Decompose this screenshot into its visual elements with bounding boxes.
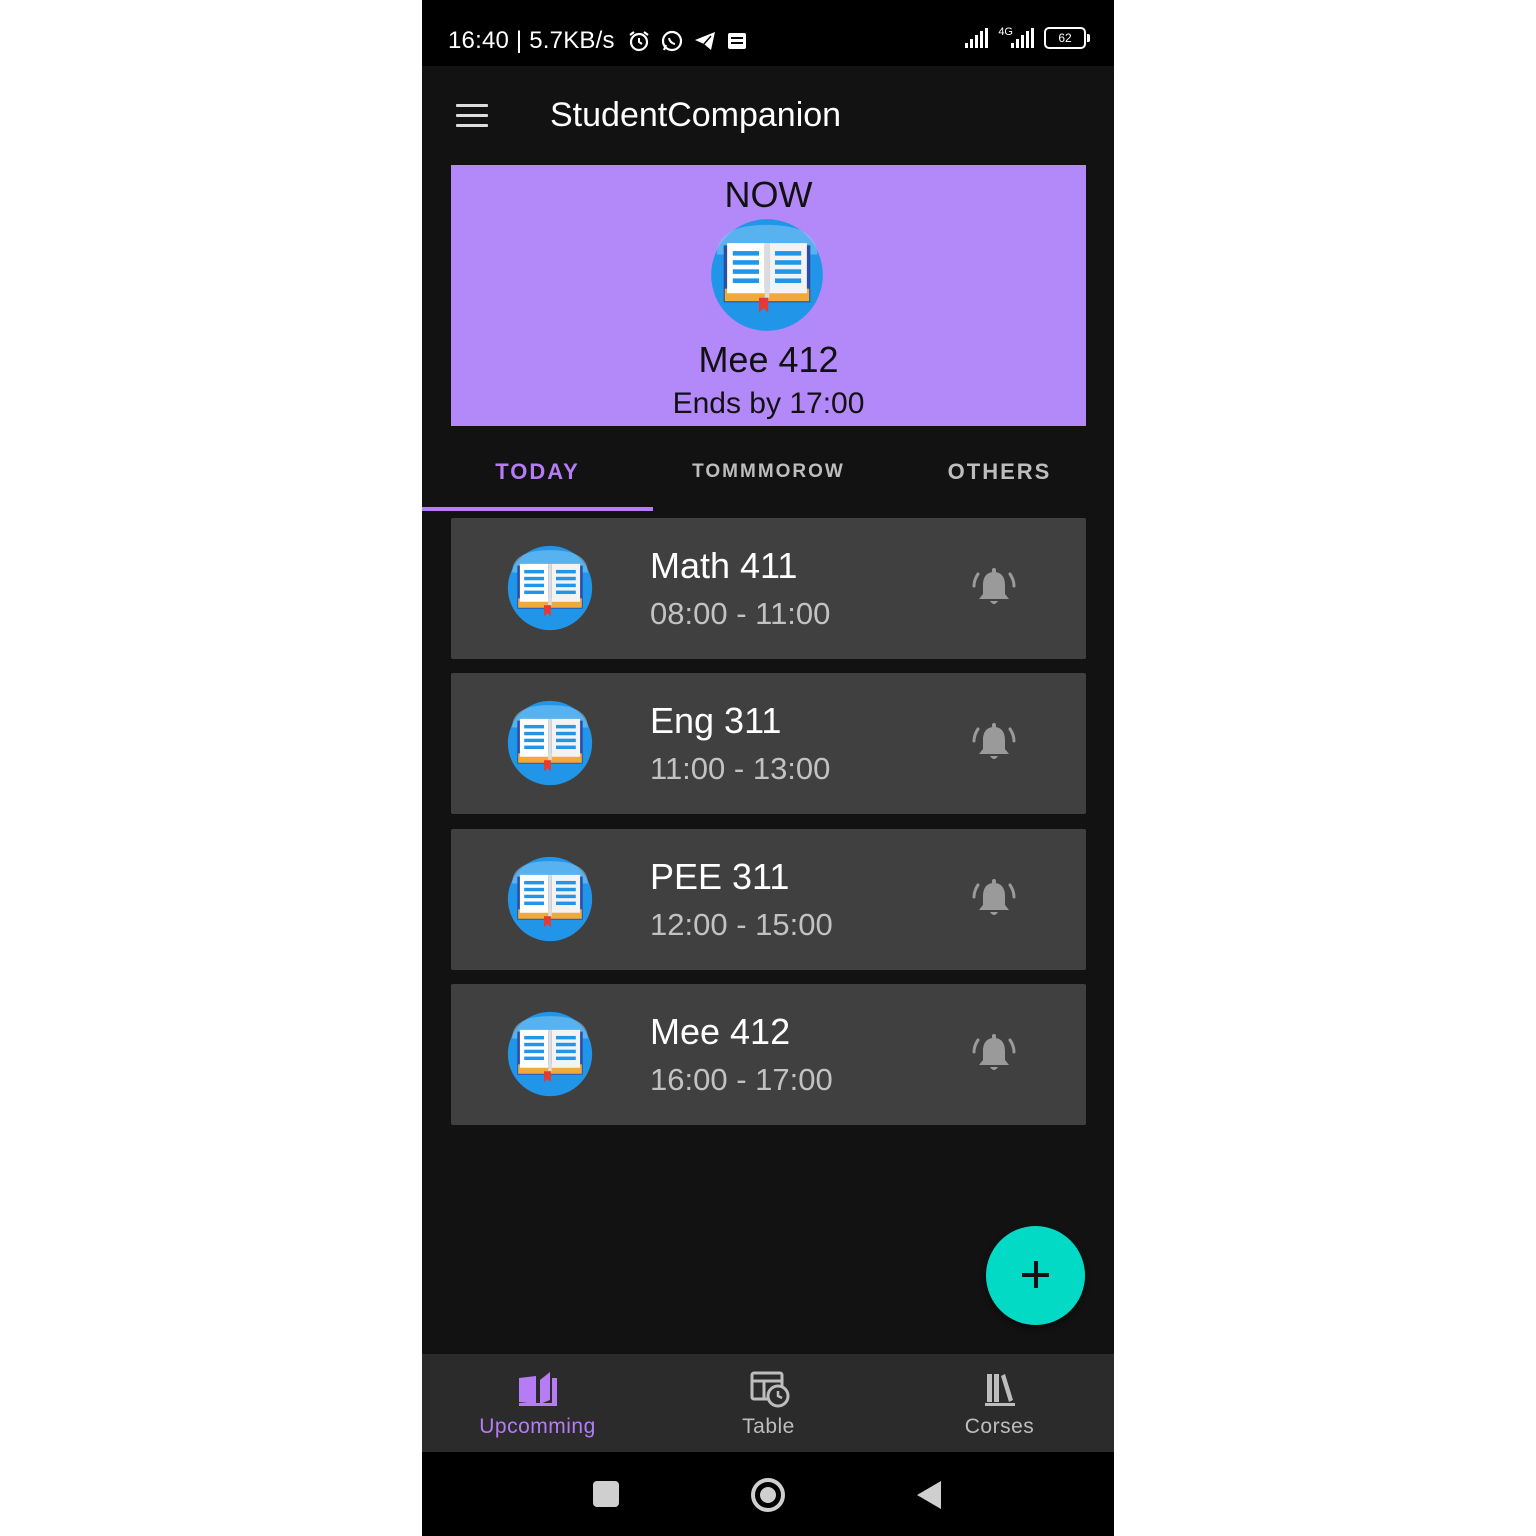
recents-icon[interactable]	[593, 1481, 619, 1507]
notification-icons	[627, 29, 748, 53]
status-bar: 16:40 | 5.7KB/s 4G 62	[422, 0, 1114, 66]
class-card[interactable]: Mee 412 16:00 - 17:00	[451, 984, 1086, 1125]
nav-upcomming[interactable]: Upcomming	[422, 1354, 653, 1452]
menu-icon[interactable]	[456, 104, 490, 130]
class-card[interactable]: Eng 311 11:00 - 13:00	[451, 673, 1086, 814]
status-left: 16:40 | 5.7KB/s	[448, 27, 748, 55]
class-course-name: PEE 311	[650, 856, 790, 897]
battery-level: 62	[1058, 31, 1072, 45]
open-book-icon	[710, 218, 824, 332]
alarm-bell-icon[interactable]	[971, 566, 1017, 610]
nav-label: Table	[742, 1415, 795, 1438]
whatsapp-icon	[661, 30, 682, 52]
open-book-icon	[507, 1011, 593, 1097]
open-book-icon	[507, 545, 593, 631]
now-card[interactable]: NOW Mee 412 Ends by 17:00	[451, 165, 1086, 426]
class-card[interactable]: PEE 311 12:00 - 15:00	[451, 829, 1086, 970]
open-book-icon	[507, 700, 593, 786]
class-course-name: Mee 412	[650, 1011, 791, 1052]
nav-corses[interactable]: Corses	[884, 1354, 1114, 1452]
now-course-name: Mee 412	[698, 339, 839, 380]
phone-screen: 16:40 | 5.7KB/s 4G 62 StudentCompanion N…	[422, 0, 1114, 1536]
app-bar: StudentCompanion	[422, 66, 1114, 166]
tab-today[interactable]: TODAY	[422, 436, 653, 508]
battery-icon: 62	[1044, 27, 1090, 49]
signal-icon-2	[1011, 28, 1034, 48]
nav-label: Corses	[964, 1415, 1035, 1438]
class-time: 16:00 - 17:00	[650, 1062, 833, 1097]
alarm-bell-icon[interactable]	[971, 1032, 1017, 1076]
class-card[interactable]: Math 411 08:00 - 11:00	[451, 518, 1086, 659]
message-icon	[727, 33, 746, 49]
telegram-icon	[694, 32, 715, 50]
signal-icon	[965, 28, 989, 48]
alarm-bell-icon[interactable]	[971, 721, 1017, 765]
system-navigation-bar	[422, 1452, 1114, 1536]
day-tabs: TODAY TOMMMOROW OTHERS	[422, 436, 1114, 512]
tab-tomorrow[interactable]: TOMMMOROW	[653, 436, 884, 508]
open-book-icon	[507, 856, 593, 942]
alarm-icon	[629, 31, 649, 52]
add-class-button[interactable]	[986, 1226, 1085, 1325]
class-course-name: Eng 311	[650, 700, 782, 741]
alarm-bell-icon[interactable]	[971, 877, 1017, 921]
nav-table[interactable]: Table	[653, 1354, 884, 1452]
tab-others[interactable]: OTHERS	[884, 436, 1114, 508]
now-label: NOW	[724, 174, 813, 215]
back-icon[interactable]	[915, 1479, 943, 1511]
home-icon[interactable]	[749, 1476, 787, 1514]
class-time: 08:00 - 11:00	[650, 596, 831, 631]
app-title: StudentCompanion	[550, 96, 842, 134]
bottom-navigation: Upcomming Table Corses	[422, 1354, 1114, 1452]
status-time-speed: 16:40 | 5.7KB/s	[448, 27, 615, 54]
table-clock-icon	[750, 1371, 790, 1408]
class-course-name: Math 411	[650, 545, 798, 586]
now-end-time: Ends by 17:00	[672, 387, 865, 420]
library-icon	[985, 1374, 1015, 1406]
status-right: 4G 62	[965, 26, 1090, 49]
network-type-label: 4G	[998, 26, 1013, 38]
tab-indicator	[422, 507, 653, 511]
class-time: 12:00 - 15:00	[650, 907, 833, 942]
nav-label: Upcomming	[479, 1415, 596, 1438]
class-time: 11:00 - 13:00	[650, 751, 831, 786]
open-book-icon	[519, 1372, 557, 1406]
